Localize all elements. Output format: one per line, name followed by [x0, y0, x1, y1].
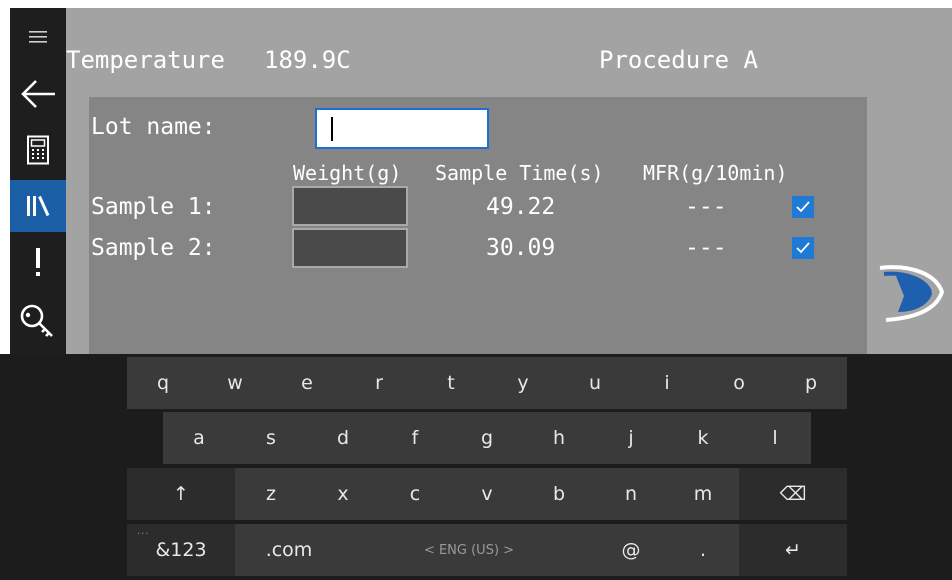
sample-panel: Lot name: Weight(g) Sample Time(s) MFR(g…	[89, 97, 867, 354]
menu-icon	[29, 31, 47, 43]
key-b[interactable]: b	[523, 468, 595, 520]
back-button[interactable]	[10, 68, 66, 120]
key-a[interactable]: a	[163, 412, 235, 464]
app-window: Temperature 189.9C Procedure A Lot name:…	[0, 0, 952, 580]
sample-2-label: Sample 2:	[91, 235, 216, 261]
temperature-label: Temperature	[66, 46, 225, 74]
back-arrow-icon	[21, 80, 55, 108]
key-w[interactable]: w	[199, 357, 271, 409]
backspace-key[interactable]: ⌫	[739, 468, 847, 520]
alert-button[interactable]	[10, 236, 66, 288]
key-i[interactable]: i	[631, 357, 703, 409]
library-button[interactable]	[10, 180, 66, 232]
key-r[interactable]: r	[343, 357, 415, 409]
sample-1-weight-input[interactable]	[292, 186, 408, 226]
company-logo	[879, 265, 945, 322]
key-v[interactable]: v	[451, 468, 523, 520]
calculator-icon	[27, 135, 49, 165]
enter-key[interactable]: ↵	[739, 524, 847, 576]
key-k[interactable]: k	[667, 412, 739, 464]
key-y[interactable]: y	[487, 357, 559, 409]
sample-time-column-header: Sample Time(s)	[435, 161, 604, 185]
symbols-key[interactable]: ... &123	[127, 524, 235, 576]
library-icon	[27, 195, 50, 217]
sample-2-weight-input[interactable]	[292, 228, 408, 268]
sample-1-checkbox[interactable]	[792, 196, 814, 218]
lot-name-input[interactable]	[315, 108, 489, 149]
at-key[interactable]: @	[595, 524, 667, 576]
key-icon	[20, 304, 53, 337]
symbols-dots: ...	[137, 526, 150, 537]
check-icon	[796, 242, 810, 254]
key-x[interactable]: x	[307, 468, 379, 520]
key-g[interactable]: g	[451, 412, 523, 464]
key-button[interactable]	[10, 296, 66, 348]
key-h[interactable]: h	[523, 412, 595, 464]
check-icon	[796, 201, 810, 213]
lot-name-label: Lot name:	[91, 114, 216, 140]
text-caret	[331, 117, 333, 141]
key-d[interactable]: d	[307, 412, 379, 464]
temperature-value: 189.9C	[264, 46, 351, 74]
key-f[interactable]: f	[379, 412, 451, 464]
alert-icon	[36, 248, 40, 276]
key-e[interactable]: e	[271, 357, 343, 409]
key-p[interactable]: p	[775, 357, 847, 409]
symbols-key-label: &123	[155, 539, 207, 561]
key-q[interactable]: q	[127, 357, 199, 409]
menu-button[interactable]	[10, 10, 66, 62]
main-content: Temperature 189.9C Procedure A Lot name:…	[66, 8, 952, 354]
key-j[interactable]: j	[595, 412, 667, 464]
on-screen-keyboard: q w e r t y u i o p a s d f g h j k l ↑ …	[0, 354, 952, 580]
key-t[interactable]: t	[415, 357, 487, 409]
sample-2-mfr: ---	[685, 235, 727, 261]
key-l[interactable]: l	[739, 412, 811, 464]
weight-column-header: Weight(g)	[293, 161, 402, 185]
calculator-button[interactable]	[10, 124, 66, 176]
key-n[interactable]: n	[595, 468, 667, 520]
space-key[interactable]: < ENG (US) >	[343, 524, 595, 576]
procedure-label: Procedure A	[599, 46, 758, 74]
key-c[interactable]: c	[379, 468, 451, 520]
sidebar	[10, 8, 66, 354]
mfr-column-header: MFR(g/10min)	[643, 161, 788, 185]
key-u[interactable]: u	[559, 357, 631, 409]
key-m[interactable]: m	[667, 468, 739, 520]
dotcom-key[interactable]: .com	[235, 524, 343, 576]
key-o[interactable]: o	[703, 357, 775, 409]
sample-1-time: 49.22	[486, 194, 556, 220]
sample-2-checkbox[interactable]	[792, 237, 814, 259]
period-key[interactable]: .	[667, 524, 739, 576]
key-z[interactable]: z	[235, 468, 307, 520]
sample-1-mfr: ---	[685, 194, 727, 220]
sample-2-time: 30.09	[486, 235, 556, 261]
shift-key[interactable]: ↑	[127, 468, 235, 520]
sample-1-label: Sample 1:	[91, 194, 216, 220]
key-s[interactable]: s	[235, 412, 307, 464]
